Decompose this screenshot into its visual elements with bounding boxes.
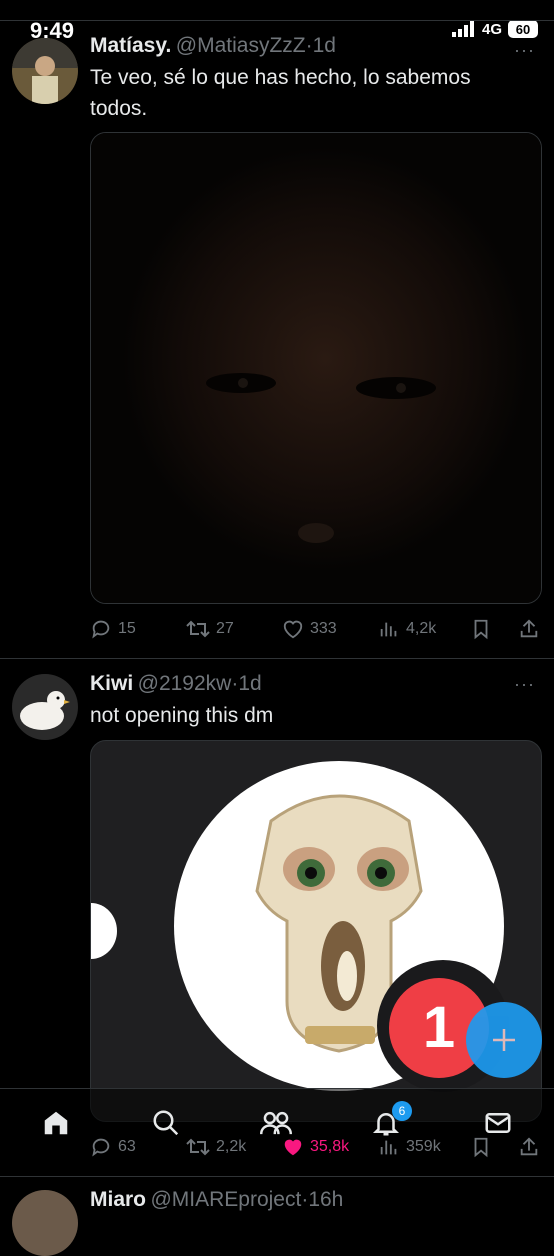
tweet-time: 1d bbox=[238, 672, 262, 695]
battery-icon: 60 bbox=[508, 20, 538, 38]
tweet-header: Miaro @MIAREproject·16h bbox=[90, 1188, 343, 1212]
view-count: 4,2k bbox=[406, 620, 437, 637]
share-icon[interactable] bbox=[518, 618, 540, 640]
tweet-time: 1d bbox=[312, 34, 336, 57]
views-button[interactable]: 4,2k bbox=[378, 618, 436, 640]
views-button[interactable]: 359k bbox=[378, 1136, 441, 1158]
action-bar: 15 27 333 4,2k bbox=[90, 616, 540, 642]
tweet-header: Kiwi @2192kw·1d bbox=[90, 672, 262, 696]
skull-image: 1 bbox=[91, 761, 509, 1092]
author-name[interactable]: Kiwi bbox=[90, 672, 133, 695]
retweet-icon bbox=[186, 1138, 210, 1156]
more-icon[interactable]: ··· bbox=[514, 674, 535, 695]
views-icon bbox=[380, 1140, 397, 1155]
separator: · bbox=[305, 34, 313, 57]
retweet-count: 2,2k bbox=[216, 1138, 247, 1155]
reply-icon bbox=[92, 1138, 110, 1157]
signal-icon bbox=[451, 21, 474, 37]
reply-count: 15 bbox=[118, 620, 136, 637]
retweet-button[interactable]: 27 bbox=[186, 618, 234, 640]
action-bar: 63 2,2k 35,8k 359k bbox=[90, 1134, 540, 1160]
bookmark-icon[interactable] bbox=[470, 1136, 492, 1158]
views-icon bbox=[380, 622, 397, 637]
retweet-icon bbox=[186, 620, 210, 638]
plus-icon bbox=[493, 1029, 515, 1051]
like-button[interactable]: 333 bbox=[282, 618, 337, 640]
more-icon[interactable]: ··· bbox=[514, 40, 535, 61]
tab-home[interactable] bbox=[36, 1103, 76, 1143]
author-handle[interactable]: @2192kw bbox=[138, 672, 232, 695]
reply-count: 63 bbox=[118, 1138, 136, 1155]
tweet-header: Matíasy. @MatiasyZzZ·1d bbox=[90, 34, 336, 58]
avatar[interactable] bbox=[12, 674, 78, 740]
divider bbox=[0, 658, 554, 659]
status-right: 4G 60 bbox=[451, 20, 538, 38]
divider bbox=[0, 1176, 554, 1177]
author-handle[interactable]: @MatiasyZzZ bbox=[176, 34, 306, 57]
author-name[interactable]: Matíasy. bbox=[90, 34, 171, 57]
dark-face-image bbox=[91, 133, 541, 603]
view-count: 359k bbox=[406, 1138, 441, 1155]
tweet-text: not opening this dm bbox=[90, 704, 274, 727]
like-count: 35,8k bbox=[310, 1138, 350, 1155]
network-label: 4G bbox=[481, 20, 502, 38]
image-badge-number: 1 bbox=[423, 995, 455, 1060]
notifications-badge: 6 bbox=[392, 1101, 412, 1121]
like-count: 333 bbox=[310, 620, 337, 637]
like-button[interactable]: 35,8k bbox=[282, 1136, 349, 1158]
divider bbox=[0, 20, 554, 21]
tweet-media[interactable] bbox=[90, 132, 542, 604]
compose-button[interactable] bbox=[466, 1002, 542, 1078]
avatar[interactable] bbox=[12, 38, 78, 104]
heart-icon bbox=[283, 620, 303, 639]
home-icon bbox=[44, 1111, 68, 1135]
reply-button[interactable]: 15 bbox=[90, 618, 136, 640]
reply-icon bbox=[92, 620, 110, 639]
bookmark-icon[interactable] bbox=[470, 618, 492, 640]
tweet-text: Te veo, sé lo que has hecho, lo sabemos … bbox=[90, 66, 471, 120]
share-icon[interactable] bbox=[518, 1136, 540, 1158]
heart-filled-icon bbox=[284, 1139, 302, 1156]
retweet-button[interactable]: 2,2k bbox=[186, 1136, 246, 1158]
reply-button[interactable]: 63 bbox=[90, 1136, 136, 1158]
retweet-count: 27 bbox=[216, 620, 234, 637]
